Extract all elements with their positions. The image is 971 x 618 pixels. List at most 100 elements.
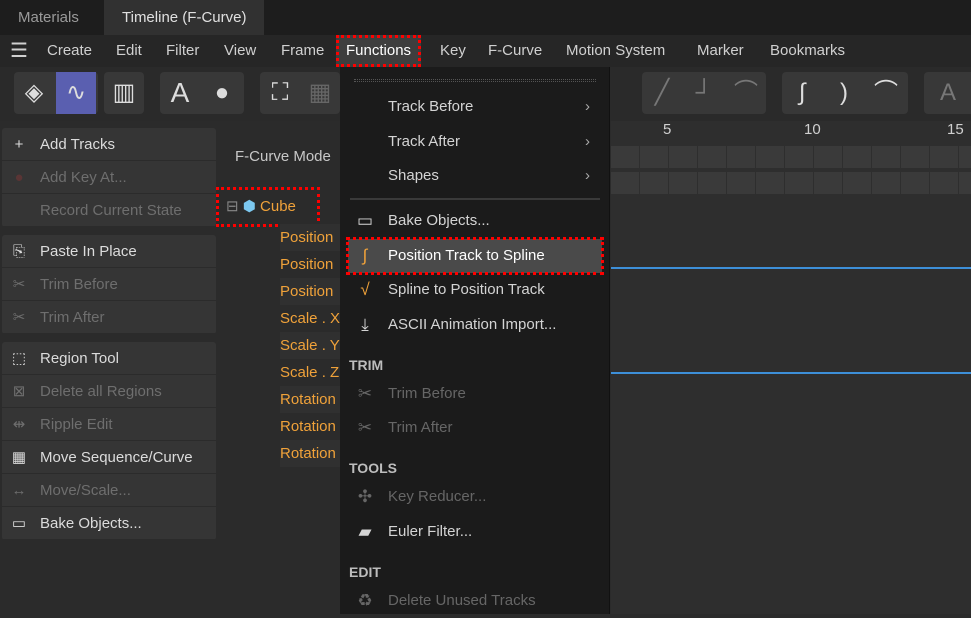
track-row[interactable]: Scale . X bbox=[280, 305, 340, 332]
linear-icon[interactable]: ╱ bbox=[642, 72, 682, 114]
grid-cell bbox=[843, 146, 871, 168]
menu-item[interactable]: ▦ Move Sequence/Curve bbox=[2, 441, 216, 474]
track-row[interactable]: Rotation bbox=[280, 440, 340, 467]
grid-cell bbox=[727, 146, 755, 168]
step-icon[interactable]: ┘ bbox=[684, 72, 724, 114]
menu-item[interactable]: ⬚ Region Tool bbox=[2, 342, 216, 375]
menu-item[interactable]: ✂ Trim Before bbox=[2, 268, 216, 301]
ruler-label: 10 bbox=[804, 121, 821, 138]
grid-cell bbox=[901, 146, 929, 168]
menu-item-delete-unused-tracks[interactable]: ♻ Delete Unused Tracks bbox=[348, 584, 602, 618]
text-icon[interactable]: A bbox=[160, 72, 200, 114]
menu-filter[interactable]: Filter bbox=[166, 35, 199, 67]
frame-all-icon[interactable]: ⛶ bbox=[260, 72, 300, 114]
menu-item[interactable]: Record Current State bbox=[2, 194, 216, 227]
timeline-grid: 5 10 15 bbox=[611, 121, 971, 614]
tab-materials[interactable]: Materials bbox=[0, 0, 97, 35]
menu-item-label: Region Tool bbox=[40, 350, 119, 367]
spline-icon[interactable]: ∫ bbox=[782, 72, 822, 114]
menu-group: ⬚ Region Tool ⊠ Delete all Regions ⇹ Ripple E… bbox=[2, 342, 216, 540]
chevron-right-icon: › bbox=[585, 167, 590, 184]
menu-item-track-before[interactable]: Track Before › bbox=[348, 90, 602, 124]
plus-icon: + bbox=[14, 136, 24, 153]
film-icon: ▦ bbox=[11, 449, 27, 466]
grid-cell bbox=[611, 146, 639, 168]
iron-icon: ▰ bbox=[358, 522, 372, 541]
menu-item[interactable]: ↔ Move/Scale... bbox=[2, 474, 216, 507]
scissors-icon: ✂ bbox=[12, 309, 26, 326]
collapse-icon[interactable]: ⊟ bbox=[226, 198, 239, 215]
curve-line[interactable] bbox=[611, 372, 971, 374]
drag-handle[interactable] bbox=[354, 79, 596, 82]
menu-view[interactable]: View bbox=[224, 35, 256, 67]
menu-item-label: Move Sequence/Curve bbox=[40, 449, 193, 466]
cube-icon: ⬢ bbox=[242, 198, 256, 215]
frame-selected-icon[interactable]: ▦ bbox=[300, 72, 340, 114]
grid-cell bbox=[814, 146, 842, 168]
auto-tangent-icon[interactable]: A bbox=[928, 72, 968, 114]
menu-item-trim-after[interactable]: ✂ Trim After bbox=[348, 411, 602, 445]
menu-item-key-reducer[interactable]: ✣ Key Reducer... bbox=[348, 480, 602, 514]
hamburger-icon[interactable]: ☰ bbox=[10, 35, 28, 67]
menu-key[interactable]: Key bbox=[440, 35, 466, 67]
menu-bar: ☰ Create Edit Filter View Frame Function… bbox=[0, 35, 971, 67]
menu-item[interactable]: + Add Tracks bbox=[2, 128, 216, 161]
menu-item-label: Add Tracks bbox=[40, 136, 116, 153]
track-row[interactable]: Rotation bbox=[280, 386, 340, 413]
track-row[interactable]: Scale . Z bbox=[280, 359, 340, 386]
track-row[interactable]: Scale . Y bbox=[280, 332, 340, 359]
grid-cell bbox=[930, 146, 958, 168]
menu-item[interactable]: ▭ Bake Objects... bbox=[2, 507, 216, 540]
menu-motion-system[interactable]: Motion System bbox=[566, 35, 665, 67]
track-row[interactable]: Position bbox=[280, 251, 340, 278]
menu-fcurve[interactable]: F-Curve bbox=[488, 35, 542, 67]
menu-item-ascii-import[interactable]: ⤓ ASCII Animation Import... bbox=[348, 308, 602, 342]
menu-item-track-after[interactable]: Track After › bbox=[348, 125, 602, 159]
track-row[interactable]: Rotation bbox=[280, 413, 340, 440]
menu-edit[interactable]: Edit bbox=[116, 35, 142, 67]
menu-item-label: Bake Objects... bbox=[40, 515, 142, 532]
menu-item-shapes[interactable]: Shapes › bbox=[348, 159, 602, 193]
menu-item-euler-filter[interactable]: ▰ Euler Filter... bbox=[348, 515, 602, 549]
dope-sheet-icon[interactable]: ◈ bbox=[14, 72, 54, 114]
menu-item-position-track-to-spline[interactable]: ∫ Position Track to Spline bbox=[346, 237, 604, 275]
track-row[interactable]: Position bbox=[280, 224, 340, 251]
menu-item[interactable]: ✂ Trim After bbox=[2, 301, 216, 334]
menu-create[interactable]: Create bbox=[47, 35, 92, 67]
menu-bookmarks[interactable]: Bookmarks bbox=[770, 35, 845, 67]
sphere-icon[interactable]: ● bbox=[202, 72, 242, 114]
menu-item[interactable]: ⊠ Delete all Regions bbox=[2, 375, 216, 408]
object-name: Cube bbox=[260, 198, 296, 215]
tab-timeline[interactable]: Timeline (F-Curve) bbox=[104, 0, 265, 35]
ease-in-icon[interactable]: ) bbox=[824, 72, 864, 114]
grid-cell bbox=[698, 146, 726, 168]
ruler-label: 15 bbox=[947, 121, 964, 138]
menu-marker[interactable]: Marker bbox=[697, 35, 744, 67]
section-trim: TRIM bbox=[349, 357, 384, 373]
ease-out-icon[interactable]: ⌒ bbox=[866, 72, 906, 114]
menu-frame[interactable]: Frame bbox=[281, 35, 324, 67]
paste-icon: ⎘ bbox=[12, 243, 25, 260]
track-row[interactable]: Position bbox=[280, 278, 340, 305]
chevron-right-icon: › bbox=[585, 98, 590, 115]
scissors-icon: ✂ bbox=[357, 418, 373, 437]
grid-cell bbox=[756, 146, 784, 168]
section-edit: EDIT bbox=[349, 564, 381, 580]
menu-item-label: Record Current State bbox=[40, 202, 182, 219]
menu-item-spline-to-position-track[interactable]: √ Spline to Position Track bbox=[348, 273, 602, 307]
ease-icon[interactable]: ⌒ bbox=[726, 72, 766, 114]
menu-item-bake-objects[interactable]: ▭ Bake Objects... bbox=[348, 204, 602, 238]
grid-cell bbox=[959, 172, 971, 194]
motion-mode-icon[interactable]: ▥ bbox=[104, 72, 144, 114]
menu-item[interactable]: ⇹ Ripple Edit bbox=[2, 408, 216, 441]
menu-item[interactable]: ⎘ Paste In Place bbox=[2, 235, 216, 268]
curve-line[interactable] bbox=[611, 267, 971, 269]
menu-group: ⎘ Paste In Place ✂ Trim Before ✂ Trim After bbox=[2, 235, 216, 334]
menu-functions[interactable]: Functions bbox=[336, 35, 422, 67]
object-cube[interactable]: ⊟ ⬢ Cube bbox=[216, 187, 320, 227]
fcurve-mode-icon[interactable]: ∿ bbox=[56, 72, 96, 114]
menu-item[interactable]: ● Add Key At... bbox=[2, 161, 216, 194]
fcurve-mode-label: F-Curve Mode bbox=[235, 148, 331, 165]
divider bbox=[350, 198, 600, 200]
menu-item-trim-before[interactable]: ✂ Trim Before bbox=[348, 377, 602, 411]
